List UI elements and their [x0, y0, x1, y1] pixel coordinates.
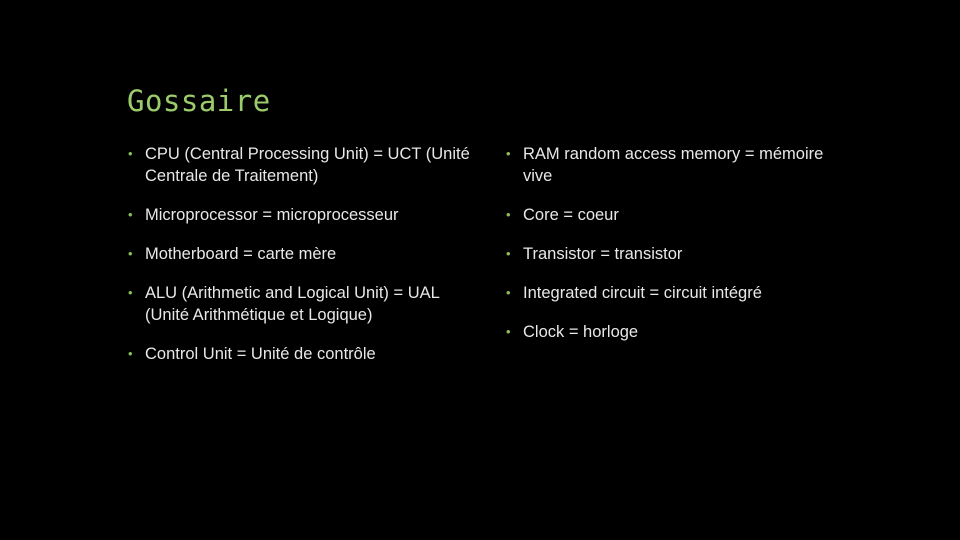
glossary-item: • RAM random access memory = mémoire vive: [506, 143, 826, 187]
glossary-text: ALU (Arithmetic and Logical Unit) = UAL …: [145, 284, 440, 324]
left-glossary-column: • CPU (Central Processing Unit) = UCT (Un…: [128, 143, 473, 382]
glossary-item: • Control Unit = Unité de contrôle: [128, 343, 473, 365]
bullet-icon: •: [506, 146, 511, 161]
glossary-item: • Core = coeur: [506, 204, 826, 226]
glossary-item: • Transistor = transistor: [506, 243, 826, 265]
bullet-icon: •: [506, 207, 511, 222]
glossary-text: Microprocessor = microprocesseur: [145, 206, 399, 224]
glossary-text: RAM random access memory = mémoire vive: [523, 145, 824, 185]
bullet-icon: •: [506, 285, 511, 300]
bullet-icon: •: [128, 246, 133, 261]
glossary-text: Integrated circuit = circuit intégré: [523, 284, 762, 302]
glossary-item: • CPU (Central Processing Unit) = UCT (Un…: [128, 143, 473, 187]
glossary-text: CPU (Central Processing Unit) = UCT (Uni…: [145, 145, 470, 185]
glossary-item: • Integrated circuit = circuit intégré: [506, 282, 826, 304]
bullet-icon: •: [128, 207, 133, 222]
bullet-icon: •: [128, 346, 133, 361]
glossary-item: • Clock = horloge: [506, 321, 826, 343]
glossary-text: Core = coeur: [523, 206, 619, 224]
glossary-item: • Motherboard = carte mère: [128, 243, 473, 265]
glossary-item: • Microprocessor = microprocesseur: [128, 204, 473, 226]
glossary-item: • ALU (Arithmetic and Logical Unit) = UAL…: [128, 282, 473, 326]
bullet-icon: •: [128, 285, 133, 300]
slide-title: Gossaire: [127, 84, 271, 118]
glossary-text: Clock = horloge: [523, 323, 639, 341]
right-glossary-column: • RAM random access memory = mémoire vive…: [506, 143, 826, 360]
glossary-text: Control Unit = Unité de contrôle: [145, 345, 376, 363]
bullet-icon: •: [506, 246, 511, 261]
bullet-icon: •: [506, 324, 511, 339]
bullet-icon: •: [128, 146, 133, 161]
glossary-text: Transistor = transistor: [523, 245, 683, 263]
glossary-text: Motherboard = carte mère: [145, 245, 337, 263]
